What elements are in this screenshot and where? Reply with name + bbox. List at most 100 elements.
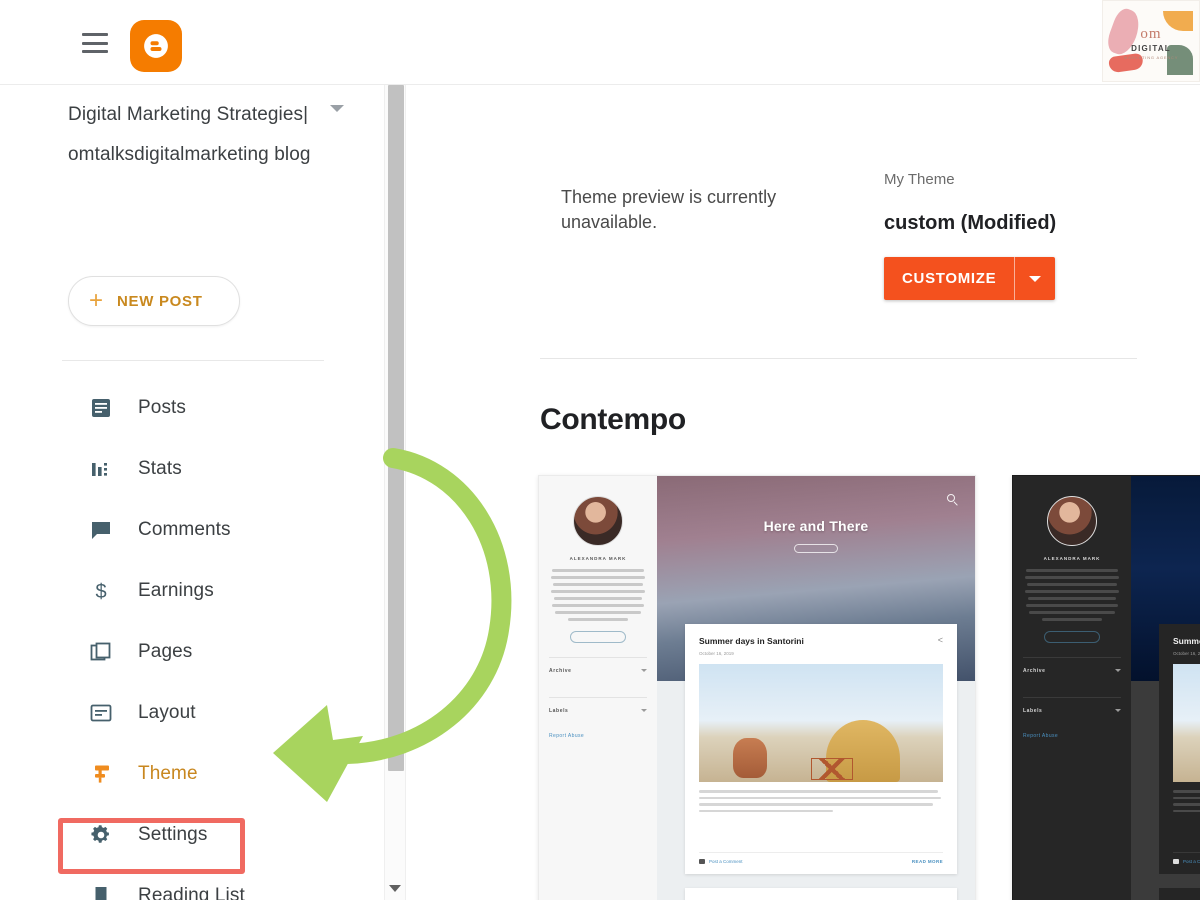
preview-read-more-link[interactable]: READ MORE: [912, 859, 943, 864]
preview-author-name: ALEXANDRA MARK: [569, 556, 627, 561]
posts-icon: [88, 395, 114, 421]
theme-preview-card-dark[interactable]: ALEXANDRA MARK Archive Labels Report Abu…: [1012, 475, 1200, 900]
preview-post-footer: Post a Comment READ MORE: [699, 852, 943, 864]
preview-post-card[interactable]: Exploring Beyond the Skyscrapers: Hiking…: [685, 888, 957, 900]
preview-post-photo: [1173, 664, 1200, 782]
preview-author-name: ALEXANDRA MARK: [1043, 556, 1101, 561]
chevron-down-icon: [1115, 709, 1121, 712]
sidebar-item-label: Pages: [138, 640, 193, 662]
scroll-down-arrow-icon[interactable]: [389, 885, 401, 892]
sidebar-item-settings[interactable]: Settings: [0, 804, 382, 865]
hamburger-bar-2: [82, 41, 108, 45]
sidebar-item-label: Comments: [138, 518, 231, 540]
sidebar-item-layout[interactable]: Layout: [0, 682, 382, 743]
preview-post-date: October 16, 2019: [699, 651, 734, 656]
hamburger-bar-3: [82, 50, 108, 53]
sidebar-item-label: Stats: [138, 457, 182, 479]
preview-blog-name: Here and There: [1131, 518, 1200, 534]
sidebar-item-label: Earnings: [138, 579, 214, 601]
new-post-button[interactable]: + NEW POST: [68, 276, 240, 326]
avatar: [573, 496, 623, 546]
sidebar-scrollbar[interactable]: [384, 85, 406, 900]
preview-sidebar: ALEXANDRA MARK Archive Labels Report Abu…: [539, 476, 657, 900]
sidebar-item-stats[interactable]: Stats: [0, 438, 382, 499]
sidebar-item-posts[interactable]: Posts: [0, 377, 382, 438]
preview-body: Here and There Summer days in Santorini …: [657, 476, 975, 900]
share-icon[interactable]: <: [938, 636, 943, 645]
preview-post-excerpt: [1173, 790, 1200, 813]
hamburger-bar-1: [82, 33, 108, 36]
sidebar-item-label: Theme: [138, 762, 198, 784]
theme-preview-card-light[interactable]: ALEXANDRA MARK Archive Labels Report Abu…: [538, 475, 976, 900]
preview-report-abuse-link[interactable]: Report Abuse: [1023, 733, 1121, 739]
preview-post-footer: Post a Comment READ MORE: [1173, 852, 1200, 864]
comment-label: Post a Comment: [709, 859, 743, 864]
preview-bio-text: [1023, 569, 1121, 621]
preview-bio-text: [549, 569, 647, 621]
sidebar-item-theme[interactable]: Theme: [0, 743, 382, 804]
blog-title-selector[interactable]: Digital Marketing Strategies| omtalksdig…: [68, 95, 326, 175]
preview-widget-archive[interactable]: Archive: [1023, 657, 1121, 683]
scrollbar-thumb[interactable]: [388, 85, 404, 771]
widget-label: Archive: [549, 667, 572, 674]
new-post-label: NEW POST: [117, 292, 203, 310]
watermark-tagline: MARKETING AGENCY: [1123, 55, 1179, 60]
blogger-logo-icon[interactable]: [130, 20, 182, 72]
avatar: [1047, 496, 1097, 546]
layout-icon: [88, 700, 114, 726]
comment-icon: [1173, 859, 1179, 864]
preview-widget-archive[interactable]: Archive: [549, 657, 647, 683]
preview-post-excerpt: [699, 790, 943, 813]
customize-dropdown-button[interactable]: [1014, 257, 1056, 300]
sidebar-item-earnings[interactable]: $ Earnings: [0, 560, 382, 621]
reading-list-icon: [88, 883, 114, 900]
content-divider: [540, 358, 1137, 359]
my-theme-value: custom (Modified): [884, 212, 1057, 234]
search-icon[interactable]: [947, 494, 955, 502]
theme-preview-list: ALEXANDRA MARK Archive Labels Report Abu…: [538, 475, 1200, 900]
sidebar-item-comments[interactable]: Comments: [0, 499, 382, 560]
svg-text:$: $: [95, 581, 106, 603]
preview-comment-link[interactable]: Post a Comment: [699, 859, 743, 864]
watermark-name: DIGITAL: [1131, 44, 1171, 53]
photo-fence-shape: [811, 758, 854, 780]
plus-icon: +: [89, 287, 104, 314]
preview-subscribe-button[interactable]: [1044, 631, 1100, 643]
sidebar-item-label: Reading List: [138, 884, 245, 900]
widget-label: Archive: [1023, 667, 1046, 674]
chevron-down-icon: [1029, 275, 1042, 282]
widget-label: Labels: [1023, 707, 1043, 714]
preview-post-card[interactable]: Exploring Beyond the Skyscrapers: Hiking…: [1159, 888, 1200, 900]
customize-button[interactable]: CUSTOMIZE: [884, 257, 1015, 300]
main-content: Theme preview is currently unavailable. …: [408, 85, 1200, 900]
my-theme-label: My Theme: [884, 171, 955, 188]
left-sidebar: Digital Marketing Strategies| omtalksdig…: [0, 85, 382, 900]
preview-unavailable-message: Theme preview is currently unavailable.: [561, 187, 777, 232]
preview-hero-button[interactable]: [794, 544, 838, 553]
preview-sidebar: ALEXANDRA MARK Archive Labels Report Abu…: [1013, 476, 1131, 900]
stats-icon: [88, 456, 114, 482]
preview-blog-name: Here and There: [763, 518, 869, 534]
watermark-brand: om: [1140, 26, 1162, 42]
customize-button-group: CUSTOMIZE: [884, 257, 1056, 300]
comments-icon: [88, 517, 114, 543]
preview-post-card[interactable]: Summer days in Santorini < October 16, 2…: [1159, 624, 1200, 874]
preview-subscribe-button[interactable]: [570, 631, 626, 643]
preview-post-card[interactable]: Summer days in Santorini < October 16, 2…: [685, 624, 957, 874]
theme-paint-roller-icon: [88, 761, 114, 787]
widget-label: Labels: [549, 707, 569, 714]
earnings-icon: $: [88, 578, 114, 604]
sidebar-item-pages[interactable]: Pages: [0, 621, 382, 682]
preview-comment-link[interactable]: Post a Comment: [1173, 859, 1200, 864]
hamburger-menu-icon[interactable]: [82, 33, 108, 53]
preview-report-abuse-link[interactable]: Report Abuse: [549, 733, 647, 739]
sidebar-item-reading-list[interactable]: Reading List: [0, 865, 382, 900]
settings-gear-icon: [88, 822, 114, 848]
chevron-down-icon[interactable]: [330, 105, 344, 112]
preview-body: Here and There Summer days in Santorini …: [1131, 476, 1200, 900]
sidebar-divider: [62, 360, 324, 361]
preview-widget-labels[interactable]: Labels: [1023, 697, 1121, 723]
chevron-down-icon: [641, 669, 647, 672]
preview-post-title: Summer days in Santorini: [1173, 636, 1200, 646]
preview-widget-labels[interactable]: Labels: [549, 697, 647, 723]
